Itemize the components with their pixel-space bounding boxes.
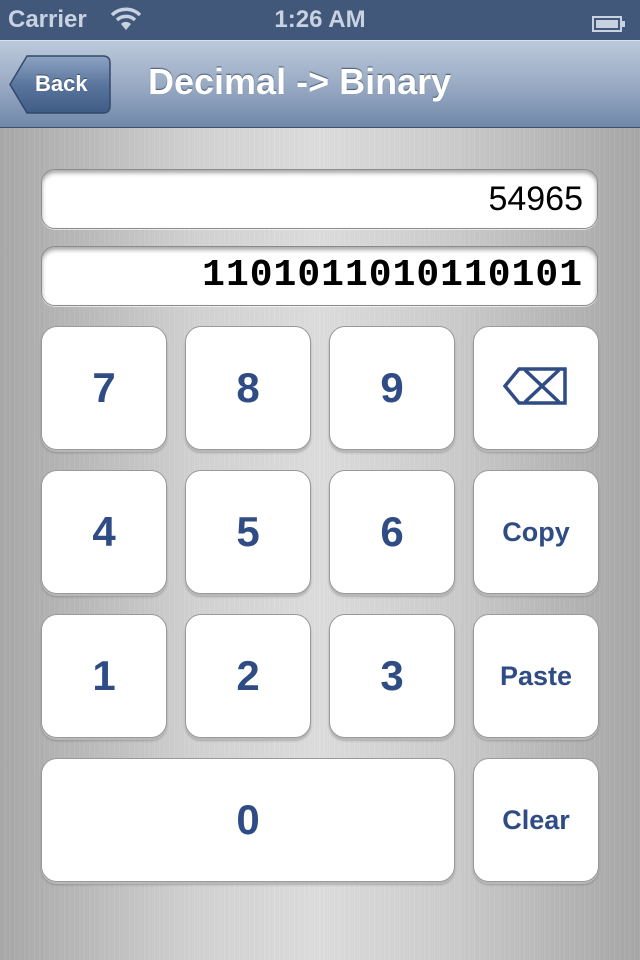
binary-output-display[interactable]: 1101011010110101: [41, 246, 598, 306]
battery-icon: [592, 11, 626, 32]
key-0[interactable]: 0: [41, 758, 455, 882]
key-6[interactable]: 6: [329, 470, 455, 594]
key-2[interactable]: 2: [185, 614, 311, 738]
clock: 1:26 AM: [274, 6, 366, 33]
key-4[interactable]: 4: [41, 470, 167, 594]
key-7[interactable]: 7: [41, 326, 167, 450]
key-8[interactable]: 8: [185, 326, 311, 450]
copy-button[interactable]: Copy: [473, 470, 599, 594]
paste-button[interactable]: Paste: [473, 614, 599, 738]
backspace-button[interactable]: [473, 326, 599, 450]
back-button-label: Back: [35, 71, 88, 96]
key-1[interactable]: 1: [41, 614, 167, 738]
backspace-icon: [502, 366, 569, 410]
decimal-input-display[interactable]: 54965: [41, 169, 598, 229]
key-3[interactable]: 3: [329, 614, 455, 738]
key-5[interactable]: 5: [185, 470, 311, 594]
clear-button[interactable]: Clear: [473, 758, 599, 882]
page-title: Decimal -> Binary: [148, 61, 452, 102]
back-button[interactable]: Back: [9, 55, 111, 114]
key-9[interactable]: 9: [329, 326, 455, 450]
navigation-bar: Back Decimal -> Binary: [0, 40, 640, 128]
status-bar: Carrier 1:26 AM: [0, 0, 640, 40]
